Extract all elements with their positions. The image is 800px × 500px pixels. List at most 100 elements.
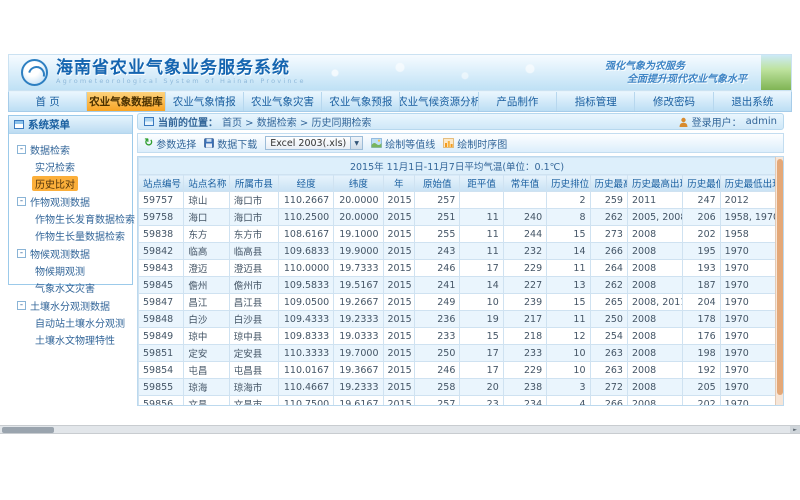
collapse-icon[interactable]: - <box>17 197 26 206</box>
table-cell: 1970 <box>720 260 775 277</box>
results-table: 2015年 11月1日-11月7日平均气温(单位：0.1℃)站点编号站点名称所属… <box>138 157 776 406</box>
table-cell: 266 <box>590 396 627 407</box>
table-vertical-scrollbar[interactable] <box>775 157 783 405</box>
tree-item[interactable]: 气象水文灾害 <box>32 280 98 295</box>
collapse-icon[interactable]: - <box>17 249 26 258</box>
breadcrumb-prefix: 当前的位置： <box>158 114 218 129</box>
table-cell: 263 <box>590 345 627 362</box>
collapse-icon[interactable]: - <box>17 301 26 310</box>
nav-item-7[interactable]: 指标管理 <box>557 92 635 111</box>
table-row[interactable]: 59848白沙白沙县109.433319.2333201523619217112… <box>139 311 776 328</box>
table-cell: 233 <box>415 328 460 345</box>
draw-timeseries-button[interactable]: 绘制时序图 <box>443 136 507 151</box>
table-cell: 13 <box>547 277 590 294</box>
table-row[interactable]: 59758海口海口市110.250020.0000201525111240826… <box>139 209 776 226</box>
table-cell: 临高 <box>184 243 229 260</box>
table-row[interactable]: 59849琼中琼中县109.833319.0333201523315218122… <box>139 328 776 345</box>
vertical-scrollbar-thumb[interactable] <box>777 159 783 395</box>
data-download-button[interactable]: 数据下载 <box>204 136 257 151</box>
nav-item-3[interactable]: 农业气象灾害 <box>244 92 322 111</box>
tree-item[interactable]: 自动站土壤水分观测 <box>32 315 128 330</box>
table-cell: 246 <box>415 260 460 277</box>
nav-item-4[interactable]: 农业气象预报 <box>322 92 400 111</box>
draw-contour-button[interactable]: 绘制等值线 <box>371 136 435 151</box>
table-cell: 19.1000 <box>334 226 383 243</box>
table-cell: 琼海市 <box>229 379 278 396</box>
table-cell: 59838 <box>139 226 184 243</box>
table-cell <box>460 192 503 209</box>
table-cell: 246 <box>415 362 460 379</box>
nav-item-9[interactable]: 退出系统 <box>714 92 791 111</box>
table-row[interactable]: 59854屯昌屯昌县110.016719.3667201524617229102… <box>139 362 776 379</box>
nav-item-5[interactable]: 农业气候资源分析 <box>400 92 478 111</box>
table-row[interactable]: 59855琼海琼海市110.466719.2333201525820238327… <box>139 379 776 396</box>
tree-item[interactable]: 土壤水文物理特性 <box>32 332 118 347</box>
table-cell: 244 <box>503 226 546 243</box>
tree-group[interactable]: -物候观测数据 <box>17 246 130 261</box>
table-cell: 昌江县 <box>229 294 278 311</box>
nav-item-0[interactable]: 首 页 <box>9 92 87 111</box>
nav-item-1[interactable]: 农业气象数据库 <box>87 92 165 111</box>
table-cell: 206 <box>683 209 720 226</box>
table-cell: 110.3333 <box>278 345 333 362</box>
tree-item[interactable]: 物候期观测 <box>32 263 88 278</box>
table-row[interactable]: 59757琼山海口市110.266720.0000201525722592011… <box>139 192 776 209</box>
format-select[interactable]: Excel 2003(.xls) ▼ <box>265 136 363 150</box>
table-cell: 198 <box>683 345 720 362</box>
horizontal-scrollbar-thumb[interactable] <box>2 427 54 433</box>
tree-item[interactable]: 作物生长量数据检索 <box>32 228 128 243</box>
table-cell: 262 <box>590 209 627 226</box>
table-cell: 243 <box>415 243 460 260</box>
table-cell: 15 <box>547 226 590 243</box>
table-row[interactable]: 59845儋州儋州市109.583319.5167201524114227132… <box>139 277 776 294</box>
table-cell: 1970 <box>720 294 775 311</box>
table-cell: 海口市 <box>229 192 278 209</box>
tree-item[interactable]: 历史比对 <box>32 176 78 191</box>
table-cell: 217 <box>503 311 546 328</box>
table-cell: 264 <box>590 260 627 277</box>
table-cell: 1970 <box>720 328 775 345</box>
table-cell: 20.0000 <box>334 192 383 209</box>
scroll-right-arrow-icon[interactable]: ► <box>790 426 800 433</box>
table-row[interactable]: 59851定安定安县110.333319.7000201525017233102… <box>139 345 776 362</box>
table-cell: 白沙 <box>184 311 229 328</box>
collapse-icon[interactable]: - <box>17 145 26 154</box>
horizontal-scrollbar[interactable]: ► <box>0 425 800 434</box>
table-row[interactable]: 59843澄迈澄迈县110.000019.7333201524617229112… <box>139 260 776 277</box>
nav-item-2[interactable]: 农业气象情报 <box>166 92 244 111</box>
tree-group-label: 作物观测数据 <box>30 194 90 209</box>
table-cell: 110.2667 <box>278 192 333 209</box>
tree-group[interactable]: -土壤水分观测数据 <box>17 298 130 313</box>
column-header: 历史最高出现的年份 <box>627 175 682 192</box>
table-cell: 20.0000 <box>334 209 383 226</box>
nav-item-6[interactable]: 产品制作 <box>479 92 557 111</box>
table-row[interactable]: 59856文昌文昌市110.750019.6167201525723234426… <box>139 396 776 407</box>
table-cell: 218 <box>503 328 546 345</box>
table-cell: 14 <box>547 243 590 260</box>
table-cell: 229 <box>503 362 546 379</box>
table-cell: 202 <box>683 396 720 407</box>
save-disk-icon <box>204 138 214 148</box>
user-icon <box>679 117 688 127</box>
table-row[interactable]: 59847昌江昌江县109.050019.2667201524910239152… <box>139 294 776 311</box>
tree-item[interactable]: 实况检索 <box>32 159 78 174</box>
table-cell: 2015 <box>383 345 415 362</box>
table-cell: 12 <box>547 328 590 345</box>
table-cell: 2008 <box>627 379 682 396</box>
chevron-down-icon[interactable]: ▼ <box>350 137 362 149</box>
sidebar: 系统菜单 -数据检索实况检索历史比对-作物观测数据作物生长发育数据检索作物生长量… <box>8 115 133 285</box>
column-header: 年 <box>383 175 415 192</box>
bar-chart-icon <box>443 138 454 148</box>
tree-group[interactable]: -作物观测数据 <box>17 194 130 209</box>
table-cell: 屯昌县 <box>229 362 278 379</box>
param-select-button[interactable]: ↻ 参数选择 <box>144 136 196 151</box>
app-banner: 海南省农业气象业务服务系统 Agrometeorological System … <box>8 54 792 91</box>
tree-item[interactable]: 作物生长发育数据检索 <box>32 211 137 226</box>
table-row[interactable]: 59838东方东方市108.616719.1000201525511244152… <box>139 226 776 243</box>
nav-item-8[interactable]: 修改密码 <box>635 92 713 111</box>
breadcrumb-path[interactable]: 首页 > 数据检索 > 历史同期检索 <box>222 114 371 129</box>
tree-group[interactable]: -数据检索 <box>17 142 130 157</box>
table-row[interactable]: 59842临高临高县109.683319.9000201524311232142… <box>139 243 776 260</box>
table-cell: 257 <box>415 192 460 209</box>
column-header: 常年值 <box>503 175 546 192</box>
